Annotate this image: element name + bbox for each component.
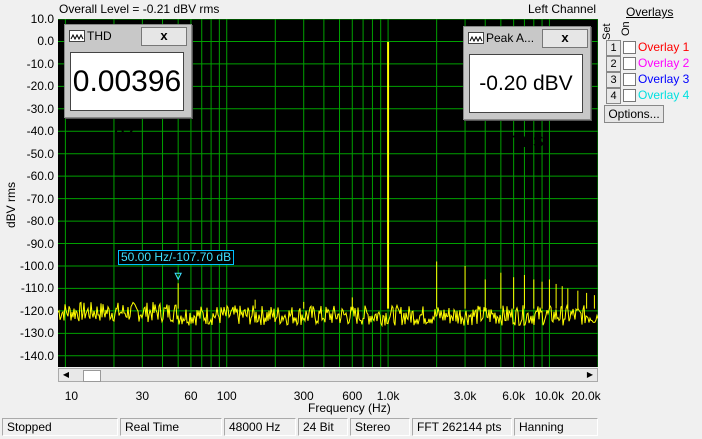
overall-level-label: Overall Level = -0.21 dBV rms [59, 2, 220, 16]
scroll-right-arrow[interactable]: ▶ [584, 370, 596, 380]
on-label: On [620, 21, 632, 36]
overlay-label: Overlay 3 [638, 72, 690, 86]
x-axis-title: Frequency (Hz) [308, 401, 391, 415]
waveform-icon [69, 30, 85, 42]
y-tick-label: -50.0 [26, 146, 54, 161]
overlay-set-button[interactable]: 4 [606, 88, 621, 104]
x-tick-label: 100 [216, 389, 237, 403]
y-tick-label: -30.0 [26, 101, 54, 116]
y-tick-label: -70.0 [26, 191, 54, 206]
overlays-title: Overlays [626, 5, 674, 19]
status-cell: Real Time [120, 418, 222, 436]
x-tick-label: 10 [64, 389, 79, 403]
overlay-set-button[interactable]: 2 [606, 56, 621, 72]
peak-meter[interactable]: Peak A... x -0.20 dBV rms [463, 26, 591, 152]
overlay-label: Overlay 2 [638, 56, 690, 70]
waveform-icon [468, 32, 484, 44]
y-tick-label: -20.0 [26, 79, 54, 94]
channel-label: Left Channel [528, 2, 597, 16]
y-tick-label: -130.0 [19, 326, 54, 341]
status-cell: Stereo [350, 418, 410, 436]
overlay-checkbox[interactable] [623, 57, 636, 70]
y-tick-label: -60.0 [26, 169, 54, 184]
y-tick-label: -10.0 [26, 56, 54, 71]
marker-label: 50.00 Hz/-107.70 dB [118, 250, 235, 265]
y-tick-label: 10.0 [30, 12, 54, 26]
status-cell: Hanning [514, 418, 598, 436]
status-cell: Stopped [2, 418, 118, 436]
status-cell: FFT 262144 pts [412, 418, 512, 436]
y-tick-label: -90.0 [26, 236, 54, 251]
thd-meter-title: THD [87, 29, 112, 43]
close-icon[interactable]: x [141, 27, 187, 46]
overlay-checkbox[interactable] [623, 73, 636, 86]
x-tick-label: 30 [135, 389, 150, 403]
overlay-set-button[interactable]: 3 [606, 72, 621, 88]
overlay-checkbox[interactable] [623, 89, 636, 102]
x-tick-label: 3.0k [453, 389, 477, 403]
y-tick-label: 0.0 [37, 34, 54, 49]
x-tick-label: 10.0k [534, 389, 565, 403]
x-tick-label: 6.0k [502, 389, 525, 403]
scroll-left-arrow[interactable]: ◀ [60, 370, 72, 380]
x-tick-label: 20.0k [571, 389, 601, 403]
y-tick-label: -80.0 [26, 214, 54, 229]
spectrum-trace [58, 301, 598, 328]
options-button[interactable]: Options... [604, 105, 664, 123]
overlay-label: Overlay 1 [638, 40, 690, 54]
status-cell: 48000 Hz [224, 418, 296, 436]
thd-meter[interactable]: THD x 0.00396 % [64, 24, 192, 155]
overlay-checkbox[interactable] [623, 41, 636, 54]
overlay-label: Overlay 4 [638, 88, 690, 102]
x-tick-label: 60 [184, 389, 198, 403]
y-tick-label: -140.0 [19, 348, 54, 363]
y-tick-label: -120.0 [19, 303, 54, 318]
y-tick-label: -100.0 [19, 258, 54, 273]
status-cell: 24 Bit [298, 418, 348, 436]
y-tick-label: -110.0 [20, 281, 54, 296]
set-label: Set [601, 23, 613, 40]
overlay-set-button[interactable]: 1 [606, 40, 621, 56]
peak-value: -0.20 dBV rms [469, 54, 583, 152]
close-icon[interactable]: x [542, 29, 588, 48]
scroll-thumb[interactable] [83, 370, 101, 382]
thd-value: 0.00396 % [70, 52, 184, 155]
y-tick-label: -40.0 [26, 124, 54, 139]
peak-meter-title: Peak A... [486, 31, 535, 45]
horizontal-scrollbar[interactable]: ◀ ▶ [58, 368, 598, 382]
